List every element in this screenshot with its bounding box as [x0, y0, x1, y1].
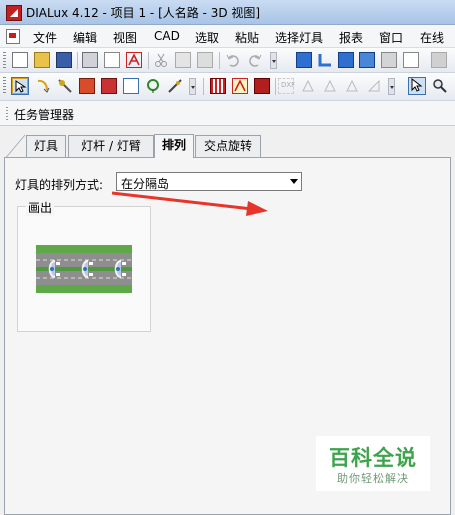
toolbar-separator: [219, 52, 220, 69]
watermark-title: 百科全说: [329, 446, 417, 470]
arrangement-label: 灯具的排列方式:: [15, 178, 104, 192]
toolbar-separator: [275, 78, 276, 95]
cad-tool-2-icon[interactable]: [322, 78, 338, 94]
arrangement-select[interactable]: 在分隔岛: [116, 172, 302, 191]
calculation-icon[interactable]: [254, 78, 270, 94]
print-icon[interactable]: [82, 52, 98, 68]
cad-tool-3-icon[interactable]: [344, 78, 360, 94]
dxf-label: DXF: [281, 81, 296, 89]
side-view-icon[interactable]: [338, 52, 354, 68]
toolbar-grip[interactable]: [3, 77, 6, 93]
cad-tool-1-icon[interactable]: [300, 78, 316, 94]
toolbar-overflow-dropdown[interactable]: [270, 52, 277, 69]
arrangement-select-value: 在分隔岛: [121, 177, 170, 191]
watermark-subtitle: 助你轻松解决: [337, 472, 409, 485]
toolbar-grip[interactable]: [3, 52, 6, 68]
toolbar-extra-icon[interactable]: [431, 52, 447, 68]
pdf-export-icon[interactable]: [126, 52, 142, 68]
3d-view-icon[interactable]: [296, 52, 312, 68]
measurement-icon[interactable]: [232, 78, 248, 94]
menu-window[interactable]: 窗口: [379, 29, 403, 46]
copy-icon[interactable]: [175, 52, 191, 68]
free-arrangement-icon[interactable]: [167, 78, 183, 94]
menu-online[interactable]: 在线: [420, 29, 444, 46]
rotate-luminaire-icon[interactable]: [35, 78, 51, 94]
open-folder-icon[interactable]: [34, 52, 50, 68]
menu-select[interactable]: 选取: [195, 29, 219, 46]
point-arrangement-icon[interactable]: [123, 78, 139, 94]
select-luminaire-icon[interactable]: [11, 77, 29, 95]
toolbar-overflow-dropdown[interactable]: [189, 78, 196, 95]
aim-luminaire-icon[interactable]: [57, 78, 73, 94]
toolbar-separator: [148, 52, 149, 69]
toolbar-separator: [203, 78, 204, 95]
print-preview-icon[interactable]: [104, 52, 120, 68]
menu-reports[interactable]: 报表: [339, 29, 363, 46]
save-icon[interactable]: [56, 52, 72, 68]
front-view-icon[interactable]: [359, 52, 375, 68]
field-arrangement-icon[interactable]: [79, 78, 95, 94]
toolbar-separator: [77, 52, 78, 69]
pointer-icon[interactable]: [408, 77, 426, 95]
window-title: DIALux 4.12 - 项目 1 - [人名路 - 3D 视图]: [26, 6, 261, 20]
tab-intersection-rotation[interactable]: 交点旋转: [195, 135, 261, 157]
new-file-icon[interactable]: [12, 52, 28, 68]
cad-tool-4-icon[interactable]: [366, 78, 382, 94]
selection-toolbar: DXF: [0, 73, 455, 101]
box-view-icon[interactable]: [381, 52, 397, 68]
task-manager-header: 任务管理器: [0, 101, 455, 126]
menu-cad[interactable]: CAD: [154, 29, 180, 43]
line-arrangement-icon[interactable]: [101, 78, 117, 94]
preview-group: 画出: [17, 199, 151, 332]
undo-icon[interactable]: [225, 52, 241, 68]
circle-arrangement-icon[interactable]: [145, 78, 161, 94]
menu-file[interactable]: 文件: [33, 29, 57, 46]
grid-calc-icon[interactable]: [210, 78, 226, 94]
cut-icon[interactable]: [153, 52, 169, 68]
watermark: 百科全说 助你轻松解决: [316, 436, 430, 491]
tab-luminaire[interactable]: 灯具: [26, 135, 66, 157]
zoom-icon[interactable]: [432, 78, 448, 94]
title-bar: DIALux 4.12 - 项目 1 - [人名路 - 3D 视图]: [0, 0, 455, 25]
menu-bar: 文件 编辑 视图 CAD 选取 粘贴 选择灯具 报表 窗口 在线: [0, 25, 455, 48]
tab-pole-arm[interactable]: 灯杆 / 灯臂: [68, 135, 154, 157]
menu-paste[interactable]: 粘贴: [235, 29, 259, 46]
chevron-down-icon[interactable]: [290, 179, 298, 184]
menu-view[interactable]: 视图: [113, 29, 137, 46]
task-manager-title: 任务管理器: [14, 108, 75, 122]
preview-group-label: 画出: [26, 199, 55, 216]
road-layout-preview: [36, 245, 132, 293]
zoom-window-icon[interactable]: [403, 52, 419, 68]
menu-select-luminaire[interactable]: 选择灯具: [275, 29, 323, 46]
floor-plan-icon[interactable]: [317, 52, 333, 68]
tab-arrangement[interactable]: 排列: [154, 134, 194, 158]
document-icon[interactable]: [6, 29, 20, 44]
toolbar-overflow-dropdown[interactable]: [388, 78, 395, 95]
task-manager-grip[interactable]: [6, 107, 8, 120]
redo-icon[interactable]: [247, 52, 263, 68]
standard-toolbar: [0, 48, 455, 73]
dialux-app-icon[interactable]: [6, 5, 22, 21]
menu-edit[interactable]: 编辑: [73, 29, 97, 46]
paste-icon[interactable]: [197, 52, 213, 68]
